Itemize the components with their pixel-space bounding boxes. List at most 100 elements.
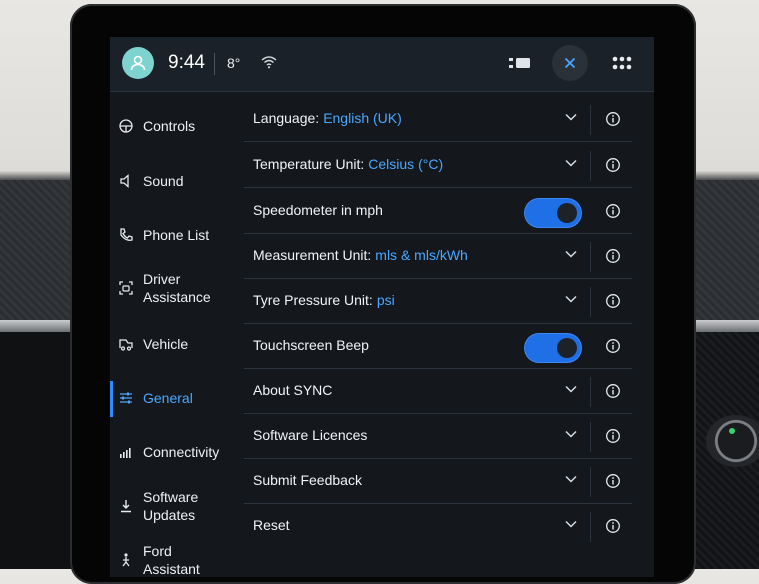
info-icon[interactable]: [605, 428, 621, 444]
outside-temperature: 8°: [227, 55, 241, 71]
setting-reset[interactable]: Reset: [244, 504, 632, 548]
setting-value: mls & mls/kWh: [375, 247, 468, 263]
info-icon[interactable]: [605, 248, 621, 264]
setting-label: Software Licences: [253, 427, 368, 443]
clock: 9:44: [168, 52, 205, 73]
status-bar: 9:44 8°: [110, 37, 654, 92]
sidebar-item-driver-assistance[interactable]: Driver Assistance: [110, 270, 230, 306]
setting-submit-feedback[interactable]: Submit Feedback: [244, 459, 632, 504]
setting-value: Celsius (°C): [368, 156, 444, 172]
status-divider: [214, 53, 215, 75]
sidebar-item-phone-list[interactable]: Phone List: [110, 226, 230, 244]
sidebar-item-label: General: [143, 390, 193, 406]
chevron-down-icon[interactable]: [565, 385, 577, 393]
sidebar-item-controls[interactable]: Controls: [110, 117, 230, 135]
sidebar-item-label: Phone List: [143, 227, 210, 243]
sliders-icon: [120, 392, 132, 404]
sidebar-item-ford-assistant[interactable]: Ford Assistant: [110, 543, 230, 577]
info-icon[interactable]: [605, 293, 621, 309]
setting-label: Measurement Unit:: [253, 247, 372, 263]
setting-speedometer-mph: Speedometer in mph: [244, 189, 632, 234]
setting-value: English (UK): [323, 110, 402, 126]
info-icon[interactable]: [605, 111, 621, 127]
chevron-down-icon[interactable]: [565, 475, 577, 483]
setting-value: psi: [376, 292, 395, 308]
infotainment-screen: 9:44 8° Controls Sound Phone List Driver…: [110, 37, 654, 577]
speedometer-mph-toggle[interactable]: [525, 199, 581, 227]
dashboard-left: [0, 180, 72, 330]
chevron-down-icon[interactable]: [565, 295, 577, 303]
sidebar-item-label: Software Updates: [143, 489, 199, 523]
sidebar-item-general[interactable]: General: [110, 381, 230, 417]
info-icon[interactable]: [605, 203, 621, 219]
setting-about-sync[interactable]: About SYNC: [244, 369, 632, 414]
row-divider: [590, 151, 591, 181]
row-divider: [590, 242, 591, 272]
info-icon[interactable]: [605, 518, 621, 534]
row-divider: [590, 287, 591, 317]
close-button[interactable]: [552, 45, 588, 81]
start-indicator-led: [729, 428, 735, 434]
close-icon: [564, 57, 576, 69]
row-divider: [590, 377, 591, 407]
speaker-icon: [120, 174, 129, 188]
trim-left: [0, 320, 72, 332]
sidebar-item-sound[interactable]: Sound: [110, 172, 230, 190]
setting-label: Reset: [253, 517, 290, 533]
row-divider: [590, 512, 591, 542]
setting-language[interactable]: Language: English (UK): [244, 97, 632, 142]
chevron-down-icon[interactable]: [565, 430, 577, 438]
media-icon[interactable]: [507, 55, 531, 71]
setting-touchscreen-beep: Touchscreen Beep: [244, 324, 632, 369]
sidebar-item-label: Sound: [143, 173, 184, 189]
sidebar-item-label: Connectivity: [143, 444, 220, 460]
setting-software-licences[interactable]: Software Licences: [244, 414, 632, 459]
chevron-down-icon[interactable]: [565, 113, 577, 121]
trim-right: [694, 320, 759, 332]
chevron-down-icon[interactable]: [565, 520, 577, 528]
setting-label: Tyre Pressure Unit:: [253, 292, 373, 308]
user-icon: [130, 55, 146, 71]
start-stop-button: [706, 415, 759, 467]
row-divider: [590, 467, 591, 497]
profile-avatar[interactable]: [122, 47, 154, 79]
setting-label: Touchscreen Beep: [253, 337, 369, 353]
setting-tyre-pressure-unit[interactable]: Tyre Pressure Unit: psi: [244, 279, 632, 324]
driver-assist-icon: [119, 281, 133, 295]
sidebar-item-label: Driver Assistance: [143, 271, 211, 305]
toggle-knob: [557, 338, 577, 358]
settings-sidebar: Controls Sound Phone List Driver Assista…: [110, 92, 230, 577]
assistant-icon: [122, 553, 130, 567]
toggle-knob: [557, 203, 577, 223]
setting-measurement-unit[interactable]: Measurement Unit: mls & mls/kWh: [244, 234, 632, 279]
sidebar-item-software-updates[interactable]: Software Updates: [110, 488, 230, 524]
phone-icon: [120, 228, 133, 241]
info-icon[interactable]: [605, 157, 621, 173]
sidebar-item-label: Vehicle: [143, 336, 189, 352]
info-icon[interactable]: [605, 383, 621, 399]
app-grid-icon[interactable]: [611, 55, 633, 71]
sidebar-item-vehicle[interactable]: Vehicle: [110, 335, 230, 353]
dashboard-right: [694, 180, 759, 330]
download-icon: [121, 500, 131, 513]
chevron-down-icon[interactable]: [565, 250, 577, 258]
chevron-down-icon[interactable]: [565, 159, 577, 167]
setting-label: Temperature Unit:: [253, 156, 365, 172]
info-icon[interactable]: [605, 338, 621, 354]
car-icon: [119, 339, 133, 351]
sidebar-item-label: Controls: [143, 118, 196, 134]
info-icon[interactable]: [605, 473, 621, 489]
setting-label: Speedometer in mph: [253, 202, 383, 218]
signal-bars-icon: [120, 448, 131, 458]
setting-temperature-unit[interactable]: Temperature Unit: Celsius (°C): [244, 143, 632, 188]
row-divider: [590, 105, 591, 135]
sidebar-item-label: Ford Assistant: [143, 543, 200, 577]
steering-wheel-icon: [119, 119, 133, 133]
wifi-icon: [261, 56, 277, 69]
row-divider: [590, 422, 591, 452]
touchscreen-beep-toggle[interactable]: [525, 334, 581, 362]
setting-label: Submit Feedback: [253, 472, 362, 488]
console-left: [0, 332, 72, 569]
setting-label: About SYNC: [253, 382, 333, 398]
sidebar-item-connectivity[interactable]: Connectivity: [110, 443, 230, 461]
